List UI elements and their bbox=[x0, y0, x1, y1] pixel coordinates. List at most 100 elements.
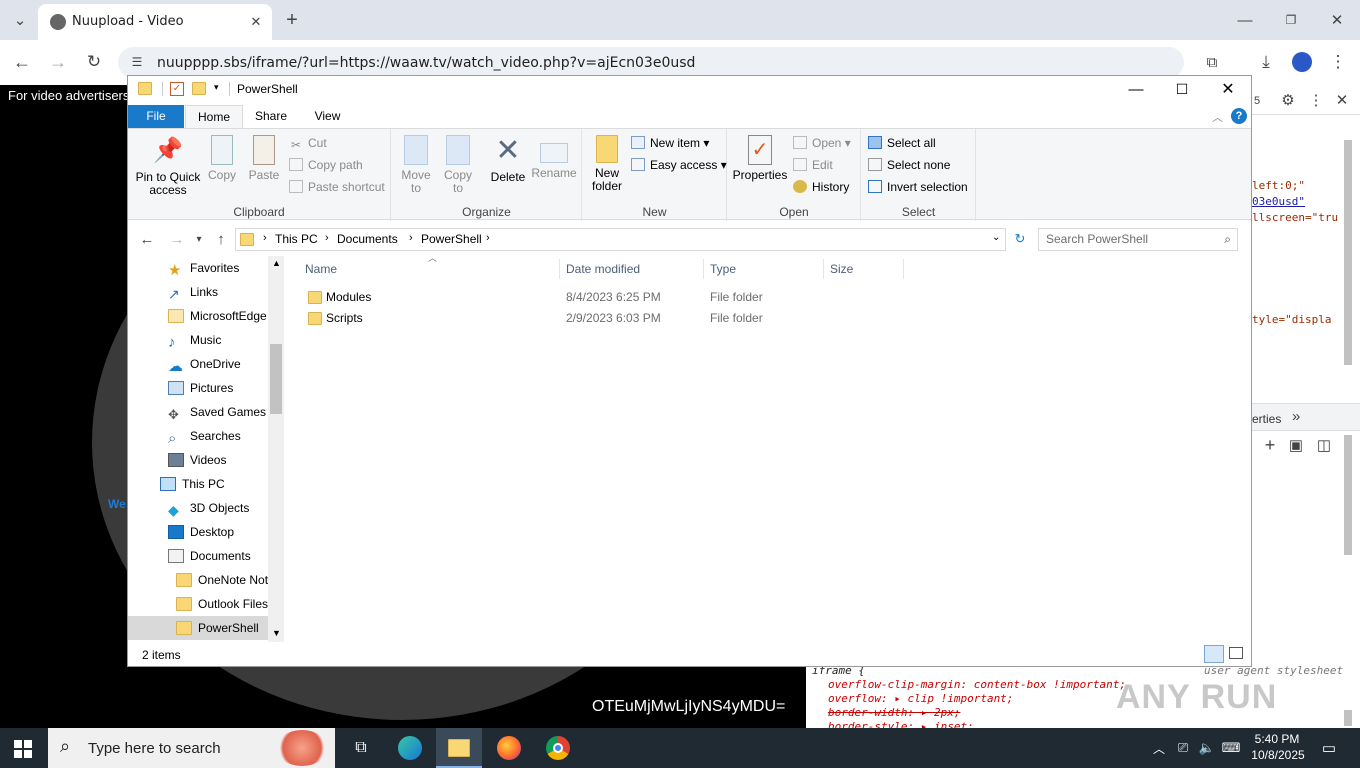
delete-button[interactable]: ✕ Delete bbox=[486, 135, 530, 184]
easy-access-button[interactable]: Easy access ▾ bbox=[631, 155, 727, 175]
scroll-up-icon[interactable]: ▲ bbox=[272, 258, 281, 268]
volume-icon[interactable]: 🔈 bbox=[1198, 736, 1216, 760]
refresh-icon[interactable]: ↻ bbox=[1010, 229, 1030, 249]
paste-shortcut-button[interactable]: Paste shortcut bbox=[289, 177, 385, 197]
qat-dropdown-icon[interactable]: ▾ bbox=[214, 82, 219, 93]
copy-to-button[interactable]: Copy to bbox=[438, 135, 478, 195]
collapse-ribbon-icon[interactable]: ︿ bbox=[1212, 109, 1223, 125]
minimize-icon[interactable]: — bbox=[1124, 78, 1148, 100]
explorer-address-bar[interactable]: › This PC › Documents › PowerShell › ⌄ bbox=[235, 228, 1006, 251]
tab-share[interactable]: Share bbox=[246, 105, 296, 128]
chrome-icon[interactable] bbox=[546, 736, 570, 760]
details-view-icon[interactable] bbox=[1204, 645, 1224, 663]
browser-tab[interactable]: Nuupload - Video ✕ bbox=[38, 4, 272, 40]
tab-view[interactable]: View bbox=[300, 105, 355, 128]
nav-videos[interactable]: Videos bbox=[168, 448, 226, 472]
nav-desktop[interactable]: Desktop bbox=[168, 520, 234, 544]
copy-button[interactable]: Copy bbox=[204, 135, 240, 182]
language-icon[interactable]: ⌨ bbox=[1222, 736, 1241, 760]
nav-music[interactable]: ♪ Music bbox=[168, 328, 221, 352]
clock-date[interactable]: 10/8/2025 bbox=[1250, 748, 1306, 762]
restore-window-icon[interactable]: ❐ bbox=[1278, 8, 1304, 32]
forward-icon[interactable]: → bbox=[46, 50, 70, 74]
nav-outlook-files[interactable]: Outlook Files bbox=[176, 592, 268, 616]
start-windows-icon[interactable] bbox=[14, 740, 32, 758]
file-row[interactable]: Scripts 2/9/2023 6:03 PM File folder bbox=[298, 308, 998, 329]
advert-link[interactable]: For video advertisers bbox=[8, 88, 129, 103]
address-url[interactable]: nuupppp.sbs/iframe/?url=https://waaw.tv/… bbox=[157, 55, 695, 71]
select-all-button[interactable]: Select all bbox=[868, 133, 936, 153]
properties-button[interactable]: ✓ Properties bbox=[730, 135, 790, 182]
nav-searches[interactable]: ⌕ Searches bbox=[168, 424, 241, 448]
styles-scrollbar[interactable] bbox=[1344, 435, 1352, 555]
nav-documents[interactable]: Documents bbox=[168, 544, 251, 568]
back-icon[interactable]: ← bbox=[10, 50, 34, 74]
file-explorer-taskbar-button[interactable] bbox=[436, 728, 482, 768]
nav-saved-games[interactable]: ✥ Saved Games bbox=[168, 400, 266, 424]
recent-locations-icon[interactable]: ▾ bbox=[192, 229, 206, 249]
paste-button[interactable]: Paste bbox=[246, 135, 282, 182]
nav-powershell[interactable]: PowerShell bbox=[128, 616, 268, 640]
nav-pictures[interactable]: Pictures bbox=[168, 376, 233, 400]
task-view-icon[interactable]: ⧉ bbox=[348, 736, 374, 760]
minimize-window-icon[interactable]: — bbox=[1232, 8, 1258, 32]
tab-file[interactable]: File bbox=[128, 105, 184, 128]
nav-3d-objects[interactable]: ◆ 3D Objects bbox=[168, 496, 249, 520]
nav-onenote[interactable]: OneNote Not bbox=[176, 568, 268, 592]
properties-quick-icon[interactable]: ✓ bbox=[170, 82, 184, 96]
download-icon[interactable]: ⤓ bbox=[1254, 50, 1278, 74]
new-tab-icon[interactable]: + bbox=[280, 8, 304, 32]
new-folder-button[interactable]: New folder bbox=[585, 135, 629, 193]
nav-microsoftedge[interactable]: MicrosoftEdge bbox=[168, 304, 267, 328]
column-type[interactable]: Type bbox=[710, 259, 824, 279]
devtools-settings-icon[interactable]: ⚙ bbox=[1278, 89, 1298, 111]
firefox-icon[interactable] bbox=[497, 736, 521, 760]
site-info-icon[interactable]: ☰ bbox=[128, 53, 146, 71]
column-size[interactable]: Size bbox=[830, 259, 904, 279]
devtools-menu-icon[interactable]: ⋮ bbox=[1306, 89, 1326, 111]
taskbar-search-box[interactable]: ⌕ Type here to search bbox=[48, 728, 335, 768]
nav-back-icon[interactable]: ← bbox=[136, 229, 158, 249]
address-bar[interactable]: ☰ nuupppp.sbs/iframe/?url=https://waaw.t… bbox=[118, 47, 1184, 78]
breadcrumb-this-pc[interactable]: This PC bbox=[275, 232, 318, 246]
help-icon[interactable]: ? bbox=[1231, 108, 1247, 124]
nav-pane-scrollbar[interactable]: ▲ ▼ bbox=[268, 256, 284, 642]
scroll-thumb[interactable] bbox=[270, 344, 282, 414]
breadcrumb-powershell[interactable]: PowerShell bbox=[421, 232, 482, 246]
large-icons-view-icon[interactable] bbox=[1229, 647, 1243, 659]
edge-icon[interactable] bbox=[398, 736, 422, 760]
invert-selection-button[interactable]: Invert selection bbox=[868, 177, 968, 197]
nav-favorites[interactable]: ★ Favorites bbox=[168, 256, 239, 280]
file-row[interactable]: Modules 8/4/2023 6:25 PM File folder bbox=[298, 287, 998, 308]
css-scrollbar[interactable] bbox=[1344, 710, 1352, 726]
edit-button[interactable]: Edit bbox=[793, 155, 833, 175]
maximize-icon[interactable]: ☐ bbox=[1170, 78, 1194, 100]
extensions-icon[interactable]: ⧉ bbox=[1200, 50, 1224, 74]
close-window-icon[interactable]: ✕ bbox=[1324, 8, 1350, 32]
close-icon[interactable]: ✕ bbox=[1216, 78, 1240, 100]
pin-quick-access-button[interactable]: 📌 Pin to Quick access bbox=[134, 135, 202, 197]
devtools-close-icon[interactable]: ✕ bbox=[1332, 89, 1352, 111]
explorer-search-input[interactable]: Search PowerShell ⌕ bbox=[1038, 228, 1238, 251]
devtools-scrollbar[interactable] bbox=[1344, 140, 1352, 365]
move-to-button[interactable]: Move to bbox=[396, 135, 436, 195]
toggle-sidebar-icon[interactable]: ◫ bbox=[1314, 435, 1334, 455]
add-style-icon[interactable]: + bbox=[1260, 435, 1280, 455]
tab-home[interactable]: Home bbox=[185, 105, 243, 129]
properties-tab[interactable]: erties bbox=[1252, 412, 1281, 426]
history-button[interactable]: History bbox=[793, 177, 849, 197]
browser-menu-icon[interactable]: ⋮ bbox=[1326, 50, 1350, 74]
new-folder-quick-icon[interactable] bbox=[192, 82, 206, 95]
nav-forward-icon[interactable]: → bbox=[166, 229, 188, 249]
clock-time[interactable]: 5:40 PM bbox=[1252, 732, 1302, 746]
tab-search-dropdown-icon[interactable]: ⌄ bbox=[8, 8, 32, 32]
open-button[interactable]: Open ▾ bbox=[793, 133, 851, 153]
column-name[interactable]: Name bbox=[305, 259, 560, 279]
format-icon[interactable]: ▣ bbox=[1286, 435, 1306, 455]
rename-button[interactable]: Rename bbox=[530, 135, 578, 180]
nav-this-pc[interactable]: This PC bbox=[160, 472, 225, 496]
scroll-down-icon[interactable]: ▼ bbox=[272, 628, 281, 638]
tab-close-icon[interactable]: ✕ bbox=[244, 10, 268, 34]
more-tabs-icon[interactable]: » bbox=[1292, 408, 1300, 425]
select-none-button[interactable]: Select none bbox=[868, 155, 950, 175]
